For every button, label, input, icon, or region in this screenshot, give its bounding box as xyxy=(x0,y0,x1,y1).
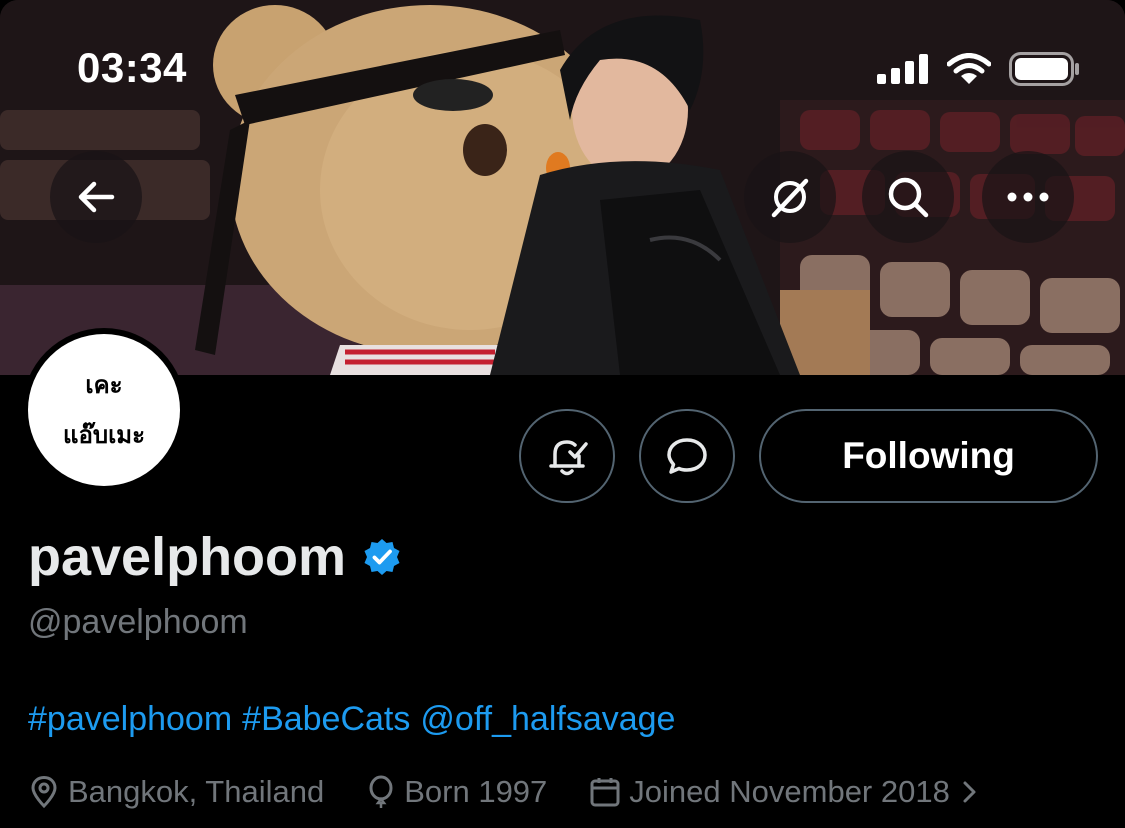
born-text: Born 1997 xyxy=(404,774,548,809)
battery-icon xyxy=(1009,52,1079,86)
wifi-icon xyxy=(947,53,991,84)
back-arrow-icon xyxy=(78,181,115,213)
status-time: 03:34 xyxy=(77,44,187,91)
joined-text: Joined November 2018 xyxy=(629,774,950,809)
message-button[interactable] xyxy=(639,409,735,503)
profile-banner[interactable]: 03:34 xyxy=(0,0,1125,375)
notifications-button[interactable] xyxy=(519,409,615,503)
born-item: Born 1997 xyxy=(366,774,547,810)
location-item: Bangkok, Thailand xyxy=(28,774,324,810)
grok-icon xyxy=(771,178,809,218)
avatar-text-line2: แอ๊บเมะ xyxy=(62,421,146,449)
profile-name-row: pavelphoom xyxy=(28,526,402,588)
calendar-icon xyxy=(590,778,620,807)
message-bubble-icon xyxy=(667,438,707,474)
signal-icon xyxy=(877,54,928,84)
location-pin-icon xyxy=(31,775,57,809)
bio-mention-off-halfsavage[interactable]: @off_halfsavage xyxy=(420,700,675,738)
display-name: pavelphoom xyxy=(28,527,347,587)
bio: #pavelphoom #BabeCats @off_halfsavage xyxy=(28,700,675,739)
verified-badge-icon[interactable] xyxy=(362,537,402,577)
avatar-image: เคะ แอ๊บเมะ xyxy=(28,334,180,486)
search-button[interactable] xyxy=(862,151,954,243)
more-button[interactable] xyxy=(982,151,1074,243)
handle: @pavelphoom xyxy=(28,603,248,641)
avatar[interactable]: เคะ แอ๊บเมะ xyxy=(22,328,186,492)
bio-hashtag-babecats[interactable]: #BabeCats xyxy=(242,700,410,738)
search-icon xyxy=(888,177,929,218)
chevron-right-icon xyxy=(963,781,976,803)
balloon-icon xyxy=(369,775,393,808)
joined-item[interactable]: Joined November 2018 xyxy=(589,774,980,810)
more-icon xyxy=(1007,192,1049,202)
grok-button[interactable] xyxy=(744,151,836,243)
following-button[interactable]: Following xyxy=(759,409,1098,503)
location-text: Bangkok, Thailand xyxy=(68,774,325,809)
bio-hashtag-pavelphoom[interactable]: #pavelphoom xyxy=(28,700,232,738)
avatar-text-line1: เคะ xyxy=(85,371,123,399)
bell-check-icon xyxy=(549,440,588,476)
back-button[interactable] xyxy=(50,151,142,243)
profile-meta: Bangkok, Thailand Born 1997 Joined Novem… xyxy=(28,770,980,814)
status-icons xyxy=(877,52,1081,86)
